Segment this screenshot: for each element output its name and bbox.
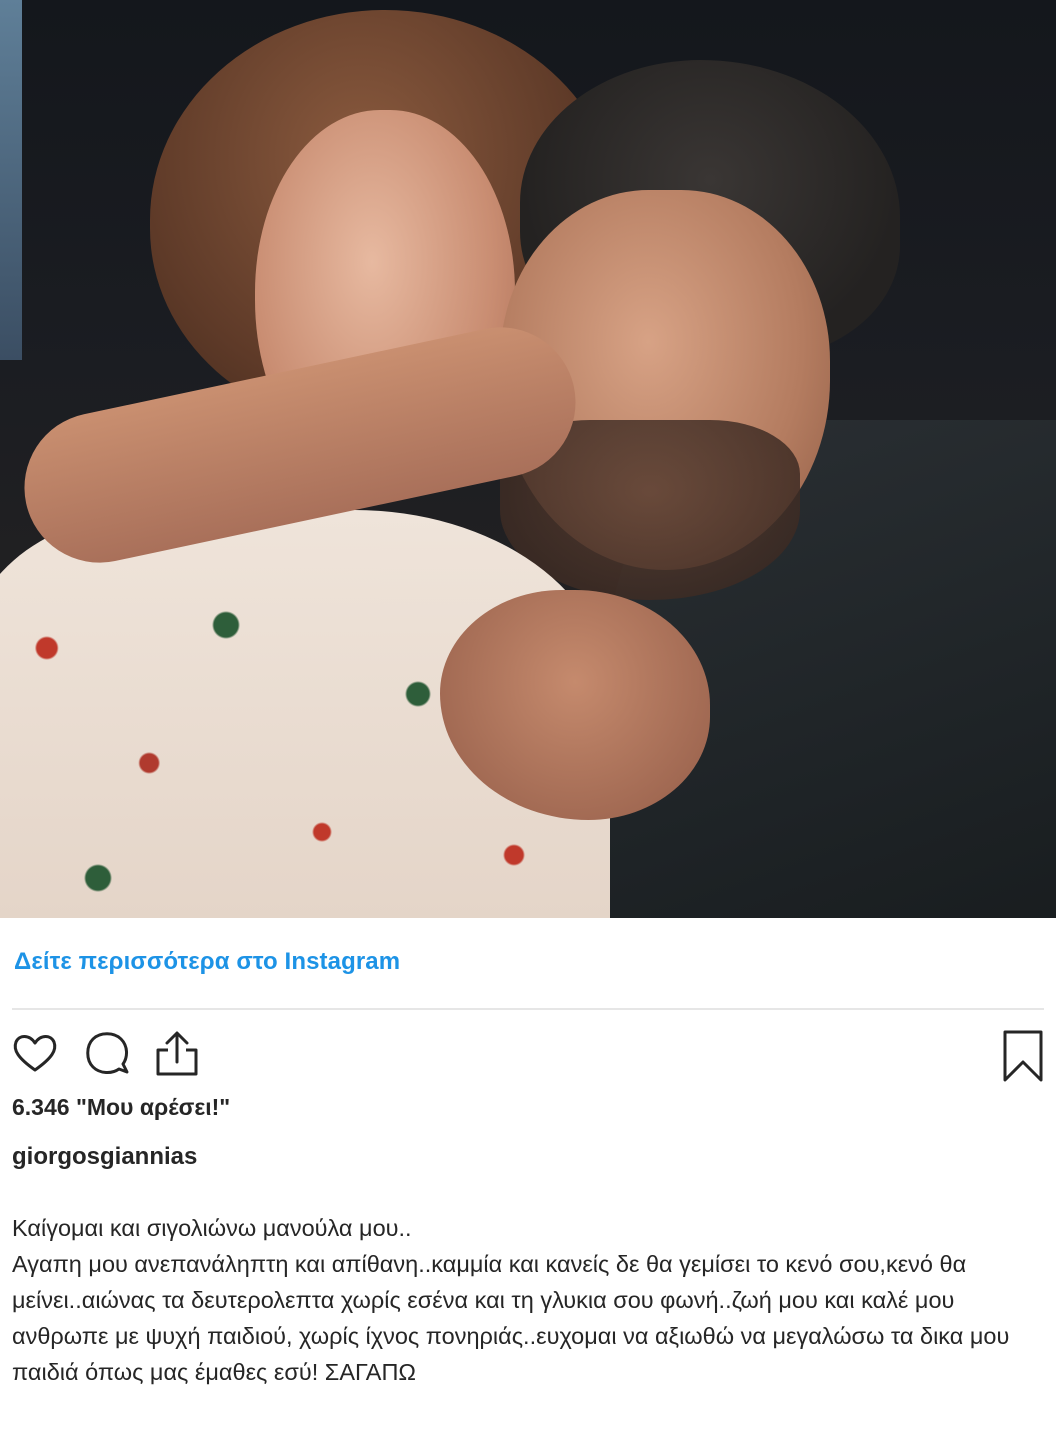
photo-background-detail [0, 0, 22, 360]
post-photo[interactable] [0, 0, 1056, 918]
post-username[interactable]: giorgosgiannias [12, 1143, 197, 1171]
instagram-post: Δείτε περισσότερα στο Instagram 6.346 "Μ… [0, 0, 1056, 1430]
comment-icon[interactable] [82, 1028, 132, 1078]
see-more-on-instagram-link[interactable]: Δείτε περισσότερα στο Instagram [14, 948, 400, 976]
share-icon[interactable] [152, 1028, 202, 1078]
divider [12, 1008, 1044, 1010]
likes-count[interactable]: 6.346 "Μου αρέσει!" [12, 1094, 230, 1121]
bookmark-icon[interactable] [998, 1028, 1048, 1082]
action-bar [0, 1020, 1056, 1082]
post-caption: Καίγομαι και σιγολιώνω μανούλα μου.. Αγα… [12, 1215, 1010, 1385]
heart-icon[interactable] [10, 1028, 60, 1078]
